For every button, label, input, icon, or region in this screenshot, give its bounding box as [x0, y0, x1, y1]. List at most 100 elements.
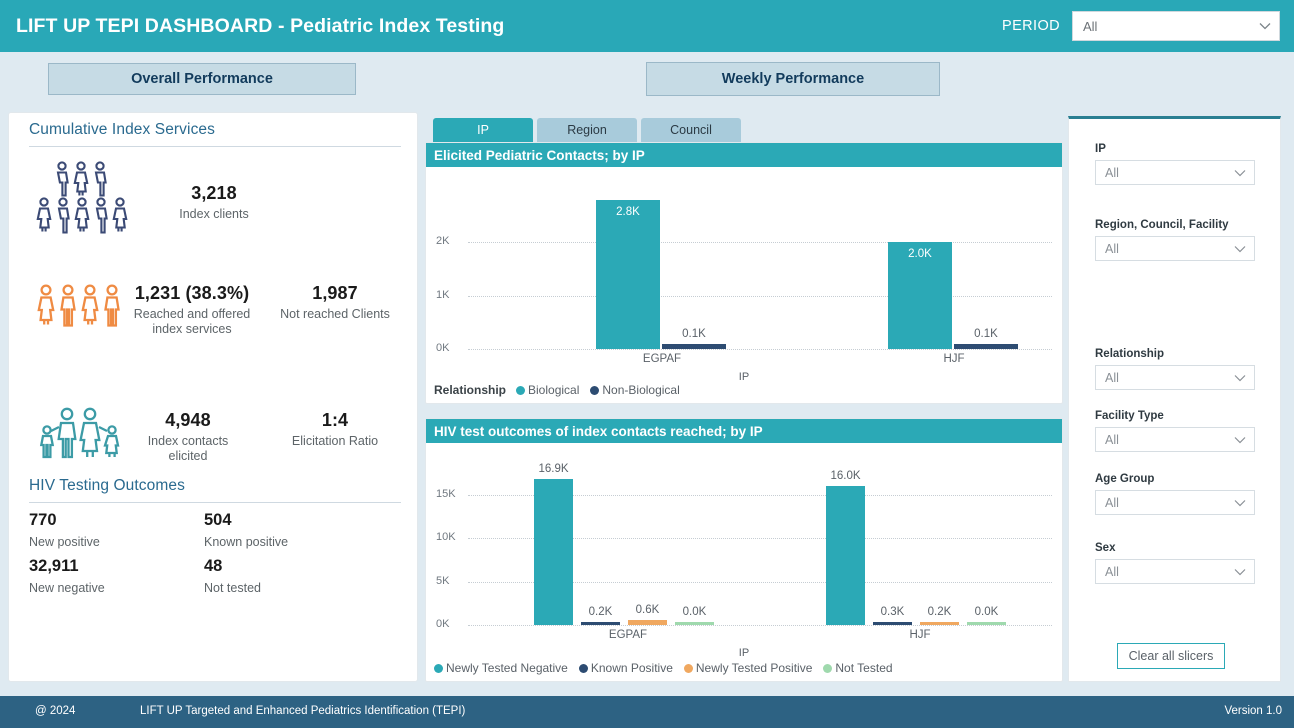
bar-value-label: 0.1K	[682, 327, 706, 340]
chevron-down-icon	[1259, 20, 1271, 31]
slicer-ip-label: IP	[1095, 143, 1106, 155]
legend-label: Biological	[528, 383, 580, 397]
y-axis-tick: 0K	[436, 618, 450, 630]
bar-value-label: 16.0K	[830, 470, 861, 483]
x-axis-title: IP	[738, 647, 750, 659]
slicer-panel: IP All Region, Council, Facility All Rel…	[1068, 116, 1281, 682]
chart-legend: Newly Tested Negative Known Positive Newly…	[434, 661, 900, 675]
cumulative-index-services-card: Cumulative Index Services 3,218 Index cl…	[8, 112, 418, 682]
not-tested-label: Not tested	[204, 581, 261, 595]
slicer-sex-select[interactable]: All	[1095, 559, 1255, 584]
hiv-testing-outcomes-title: HIV Testing Outcomes	[29, 477, 185, 494]
bar-HJF-newly-tested-positive[interactable]	[920, 622, 959, 625]
index-clients-value: 3,218	[191, 183, 237, 203]
bar-EGPAF-newly-tested-negative[interactable]	[534, 478, 573, 625]
y-axis-tick: 15K	[436, 488, 456, 500]
gridline	[468, 242, 1052, 244]
bar-value-label: 2.8K	[616, 205, 640, 218]
app-header: LIFT UP TEPI DASHBOARD - Pediatric Index…	[0, 0, 1294, 52]
legend-item[interactable]: Biological	[516, 383, 579, 397]
bar-HJF-newly-tested-negative[interactable]	[826, 486, 865, 625]
bar-EGPAF-newly-tested-positive[interactable]	[628, 619, 667, 625]
bar-HJF-not-tested[interactable]	[967, 622, 1006, 625]
x-axis-category-label: EGPAF	[608, 629, 648, 641]
new-negative-label: New negative	[29, 581, 105, 595]
legend-item[interactable]: Non-Biological	[590, 383, 680, 397]
slicer-age-group-select[interactable]: All	[1095, 490, 1255, 515]
bar-value-label: 0.1K	[974, 327, 998, 340]
not-tested-value: 48	[204, 557, 223, 575]
clear-all-slicers-button[interactable]: Clear all slicers	[1117, 643, 1225, 669]
divider-1	[29, 146, 401, 147]
y-axis-tick: 1K	[436, 288, 450, 301]
legend-swatch-icon	[823, 663, 833, 673]
nav-button-weekly-performance[interactable]: Weekly Performance	[646, 62, 940, 96]
x-axis-category-label: EGPAF	[642, 353, 682, 365]
x-axis-category-label: HJF	[943, 353, 965, 365]
footer-description: LIFT UP Targeted and Enhanced Pediatrics…	[140, 705, 466, 717]
page-title-rest: - Pediatric Index Testing	[272, 14, 505, 37]
page-title: LIFT UP TEPI DASHBOARD - Pediatric Index…	[16, 15, 504, 38]
legend-label: Non-Biological	[602, 383, 680, 397]
new-positive-label: New positive	[29, 535, 100, 549]
tab-council[interactable]: Council	[641, 118, 741, 142]
slicer-ip-select[interactable]: All	[1095, 160, 1255, 185]
legend-title: Relationship	[434, 383, 507, 397]
chart-legend: Relationship Biological Non-Biological	[434, 383, 687, 397]
cumulative-index-services-title: Cumulative Index Services	[29, 121, 215, 138]
dashboard-root: LIFT UP TEPI DASHBOARD - Pediatric Index…	[0, 0, 1294, 728]
hiv-test-outcomes-panel: HIV test outcomes of index contacts reac…	[425, 418, 1063, 682]
slicer-ip-value: All	[1105, 165, 1119, 180]
reached-clients-label-line1: Reached and offered	[133, 307, 251, 321]
chevron-down-icon	[1234, 372, 1246, 383]
chart-tabs: IP Region Council	[433, 118, 741, 142]
slicer-facility-type-select[interactable]: All	[1095, 427, 1255, 452]
legend-swatch-icon	[683, 663, 693, 673]
slicer-relationship: Relationship All	[1095, 348, 1255, 390]
bar-value-label: 0.6K	[635, 603, 660, 616]
bar-HJF-non-biological[interactable]	[954, 343, 1018, 349]
period-select[interactable]: All	[1072, 11, 1280, 41]
bar-EGPAF-non-biological[interactable]	[662, 343, 726, 349]
new-negative-value: 32,911	[29, 557, 79, 575]
bar-EGPAF-known-positive[interactable]	[581, 622, 620, 625]
chart2-plot: 0K 5K 10K 15K 16.9K 0.2K 0.6K 0.0K EGPAF 16.0K 0.3…	[426, 443, 1062, 681]
y-axis-tick: 2K	[436, 235, 450, 248]
slicer-age-group-value: All	[1105, 495, 1119, 510]
bar-value-label: 0.2K	[588, 606, 613, 618]
chart1-plot: 0K 1K 2K 2.8K 0.1K EGPAF 2.0K 0.1K HJF IP Relation…	[426, 167, 1062, 403]
slicer-age-group-label: Age Group	[1095, 473, 1155, 485]
chevron-down-icon	[1234, 566, 1246, 577]
legend-swatch-icon	[516, 385, 526, 395]
new-positive-value: 770	[29, 511, 57, 529]
known-positive-label: Known positive	[204, 535, 289, 549]
bar-value-label: 16.9K	[538, 462, 569, 475]
tab-region[interactable]: Region	[537, 118, 637, 142]
legend-item[interactable]: Newly Tested Positive	[683, 661, 812, 675]
reached-clients-value: 1,231 (38.3%)	[134, 283, 250, 303]
bar-EGPAF-biological[interactable]	[596, 199, 660, 349]
page-title-bold: LIFT UP TEPI DASHBOARD	[16, 14, 273, 37]
slicer-relationship-select[interactable]: All	[1095, 365, 1255, 390]
gridline	[468, 349, 1052, 350]
slicer-facility-type: Facility Type All	[1095, 410, 1255, 452]
x-axis-category-label: HJF	[909, 629, 931, 641]
bar-value-label: 2.0K	[908, 248, 932, 261]
chevron-down-icon	[1234, 243, 1246, 254]
legend-item[interactable]: Known Positive	[578, 661, 673, 675]
elicitation-ratio-value: 1:4	[321, 410, 349, 430]
slicer-region-select[interactable]: All	[1095, 236, 1255, 261]
tab-ip[interactable]: IP	[433, 118, 533, 142]
nav-button-overall-performance[interactable]: Overall Performance	[48, 63, 356, 95]
bar-value-label: 0.0K	[682, 606, 707, 618]
bar-HJF-known-positive[interactable]	[873, 622, 912, 625]
legend-item[interactable]: Newly Tested Negative	[434, 661, 568, 675]
gridline	[468, 295, 1052, 297]
slicer-region-value: All	[1105, 241, 1119, 256]
bar-EGPAF-not-tested[interactable]	[675, 622, 714, 625]
period-select-value: All	[1083, 18, 1098, 34]
legend-item[interactable]: Not Tested	[823, 661, 893, 675]
legend-swatch-icon	[590, 385, 600, 395]
divider-2	[29, 502, 401, 503]
chart2-title: HIV test outcomes of index contacts reac…	[426, 419, 1062, 443]
